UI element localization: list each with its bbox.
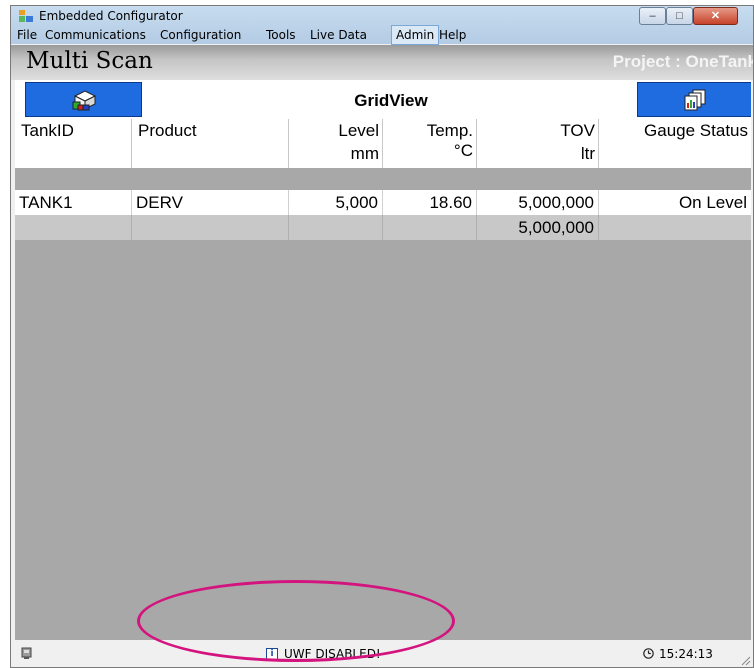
col-header-level[interactable]: Level mm <box>289 119 383 168</box>
tank-view-button[interactable] <box>25 82 142 117</box>
menu-admin[interactable]: Admin <box>391 25 440 45</box>
cell-gauge-status: On Level <box>678 193 747 212</box>
total-cell-empty <box>15 215 132 240</box>
chart-report-icon <box>684 89 705 110</box>
minimize-button[interactable]: – <box>639 7 666 25</box>
cell-tov: 5,000,000 <box>477 190 599 215</box>
col-header-temp[interactable]: Temp. °C <box>383 119 477 168</box>
grid-header: TankID Product Level mm Temp. °C TOV ltr… <box>15 119 751 168</box>
uwf-status-text: UWF DISABLED! <box>284 647 381 661</box>
menu-configuration[interactable]: Configuration <box>156 25 245 45</box>
cell-tankid: TANK1 <box>15 190 132 215</box>
cell-level: 5,000 <box>289 190 383 215</box>
app-window: Embedded Configurator – □ ✕ File Communi… <box>10 5 754 668</box>
stack-boxes-icon <box>72 89 96 110</box>
connection-status-icon <box>21 647 32 659</box>
minimize-icon: – <box>649 10 656 22</box>
total-cell-empty <box>132 215 289 240</box>
menu-file[interactable]: File <box>13 25 41 45</box>
cell-temp: 18.60 <box>383 190 477 215</box>
report-view-button[interactable] <box>637 82 751 117</box>
status-bar: i UWF DISABLED! 15:24:13 <box>11 640 753 667</box>
col-header-tankid[interactable]: TankID <box>15 119 132 168</box>
totals-row: 5,000,000 <box>15 215 751 240</box>
grid-view-panel: GridView TankID Product Level mm Temp. °… <box>15 80 751 640</box>
grid-toolbar: GridView <box>15 80 751 119</box>
close-button[interactable]: ✕ <box>693 7 738 25</box>
resize-grip-icon[interactable] <box>739 654 751 666</box>
total-cell-empty <box>599 215 751 240</box>
tov-unit: ltr <box>580 144 595 163</box>
close-icon: ✕ <box>710 10 721 22</box>
window-title: Embedded Configurator <box>39 9 183 23</box>
app-title: Multi Scan <box>26 48 153 74</box>
header-band: Multi Scan Project : OneTank <box>11 45 753 80</box>
col-header-tov[interactable]: TOV ltr <box>477 119 599 168</box>
level-unit: mm <box>350 144 379 163</box>
menu-tools[interactable]: Tools <box>262 25 300 45</box>
cell-product: DERV <box>132 190 289 215</box>
maximize-button[interactable]: □ <box>666 7 693 25</box>
col-header-product[interactable]: Product <box>132 119 289 168</box>
menu-communications[interactable]: Communications <box>41 25 150 45</box>
maximize-icon: □ <box>676 10 683 22</box>
total-cell-empty <box>289 215 383 240</box>
app-icon <box>19 10 33 22</box>
table-row[interactable]: TANK1 DERV 5,000 18.60 5,000,000 On Leve… <box>15 190 751 215</box>
menu-help[interactable]: Help <box>435 25 470 45</box>
info-icon: i <box>266 648 278 660</box>
project-label: Project : OneTank <box>612 52 754 71</box>
menu-live-data[interactable]: Live Data <box>306 25 371 45</box>
total-tov: 5,000,000 <box>477 215 599 240</box>
col-header-gauge-status[interactable]: Gauge Status <box>599 119 751 168</box>
temp-unit: °C <box>453 141 473 160</box>
clock-icon <box>643 648 654 659</box>
menu-bar: File Communications Configuration Tools … <box>11 25 753 45</box>
total-cell-empty <box>383 215 477 240</box>
grid-view-title: GridView <box>354 91 428 110</box>
status-time: 15:24:13 <box>659 647 713 661</box>
